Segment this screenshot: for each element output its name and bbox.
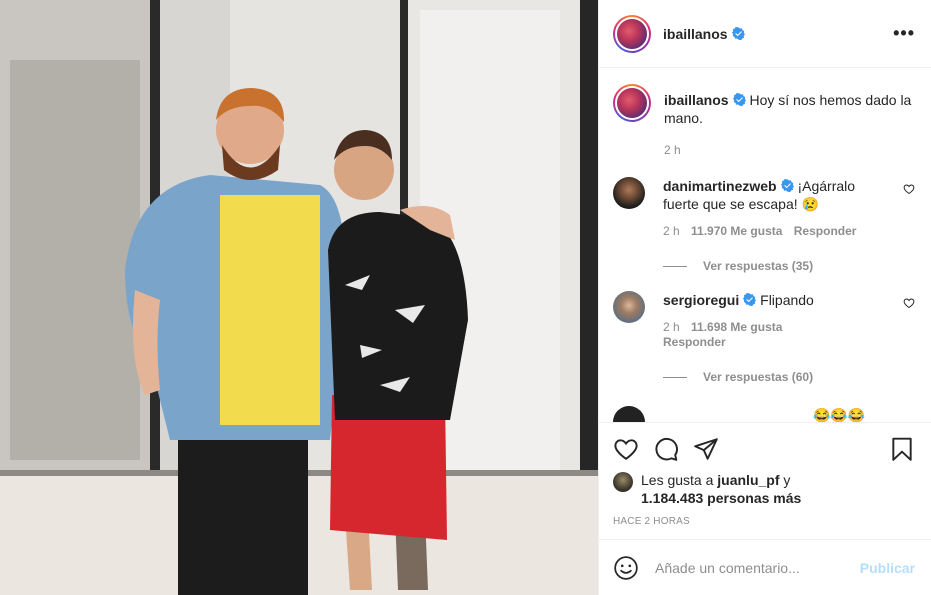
comment-meta: 2 h 11.698 Me gusta Responder [663,320,893,350]
like-comment-icon[interactable] [903,297,915,309]
like-comment-icon[interactable] [903,183,915,195]
post-header: ibaillanos ••• [599,0,931,68]
caption-body: ibaillanos Hoy sí nos hemos dado la mano… [664,84,914,159]
view-replies-label: Ver respuestas (35) [703,259,814,273]
view-replies-button[interactable]: Ver respuestas (60) [663,370,915,384]
commenter-avatar[interactable] [613,291,645,323]
action-icons [613,423,915,471]
comment-username[interactable]: sergioregui [663,292,739,308]
comment-icon[interactable] [653,436,679,462]
view-replies-label: Ver respuestas (60) [703,370,814,384]
publish-button[interactable]: Publicar [860,560,915,576]
comment-item: danimartinezweb ¡Agárralo fuerte que se … [613,177,915,239]
post-timestamp[interactable]: HACE 2 HORAS [613,516,915,527]
caption-avatar[interactable] [613,84,651,122]
commenter-avatar[interactable] [613,177,645,209]
likes-text: Les gusta a juanlu_pf y 1.184.483 person… [641,471,801,507]
comment-username[interactable]: danimartinezweb [663,178,777,194]
liker-username[interactable]: juanlu_pf [717,472,779,488]
liker-avatar[interactable] [613,472,633,492]
post-photo[interactable] [0,0,598,595]
comment-text: Flipando [760,292,814,308]
comment-text: 😂😂😂 [813,407,866,422]
comment-likes[interactable]: 11.970 Me gusta [691,224,782,238]
comment-time[interactable]: 2 h [663,320,680,334]
like-icon[interactable] [613,436,639,462]
comments-list: ibaillanos Hoy sí nos hemos dado la mano… [599,68,931,422]
comment-item: sergioregui Flipando 2 h 11.698 Me gusta… [613,291,915,350]
replies-divider [663,265,687,267]
likes-mid: y [783,472,791,488]
comment-body: danimartinezweb ¡Agárralo fuerte que se … [663,177,893,239]
comment-input[interactable] [655,559,860,576]
likes-prefix: Les gusta a [641,472,714,488]
commenter-avatar[interactable] [613,406,645,422]
post-image [0,0,598,595]
emoji-icon[interactable] [613,555,639,581]
comment-meta: 2 h 11.970 Me gusta Responder [663,224,893,239]
likes-count[interactable]: 1.184.483 personas más [641,490,801,506]
save-bookmark-icon[interactable] [889,436,915,462]
share-icon[interactable] [693,436,719,462]
verified-badge-icon [732,93,746,106]
author-username[interactable]: ibaillanos [663,26,728,42]
comment-item: 😂😂😂 [613,406,915,422]
comment-time[interactable]: 2 h [663,224,680,238]
author-avatar[interactable] [613,14,651,53]
reply-button[interactable]: Responder [663,335,726,349]
caption-time: 2 h [664,143,681,157]
comment-body: sergioregui Flipando 2 h 11.698 Me gusta… [663,291,893,350]
post-actions: Les gusta a juanlu_pf y 1.184.483 person… [599,422,931,595]
comment-body: 😂😂😂 [663,406,893,422]
more-options-icon[interactable]: ••• [893,23,915,44]
caption-username[interactable]: ibaillanos [664,92,729,108]
post-side-panel: ibaillanos ••• ibaillanos Hoy sí nos hem… [598,0,931,595]
instagram-post: ibaillanos ••• ibaillanos Hoy sí nos hem… [0,0,931,595]
reply-button[interactable]: Responder [794,224,857,238]
verified-badge-icon [780,179,794,192]
add-comment-bar: Publicar [599,539,931,595]
comment-likes[interactable]: 11.698 Me gusta [691,320,782,334]
likes-summary: Les gusta a juanlu_pf y 1.184.483 person… [613,471,915,507]
verified-badge-icon [731,27,745,40]
post-caption: ibaillanos Hoy sí nos hemos dado la mano… [613,84,915,159]
verified-badge-icon [743,293,757,306]
view-replies-button[interactable]: Ver respuestas (35) [663,259,915,273]
replies-divider [663,376,687,378]
